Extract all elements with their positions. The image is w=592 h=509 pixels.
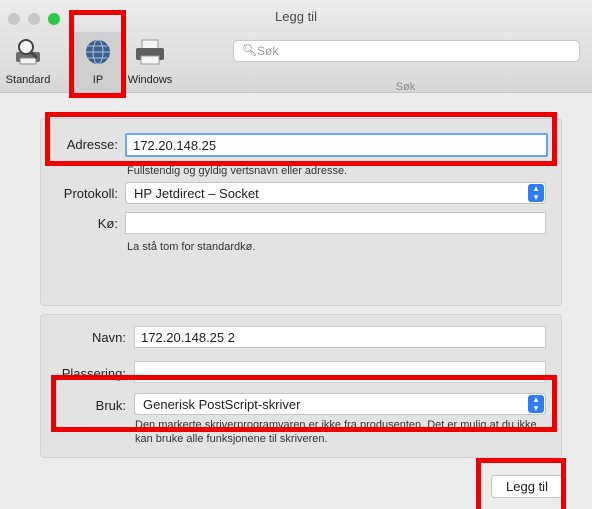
toolbar-windows-button[interactable]: Windows xyxy=(122,32,178,92)
printer-icon xyxy=(136,39,164,65)
search-field[interactable]: 🔍︎ Søk xyxy=(233,40,580,62)
search-placeholder: Søk xyxy=(257,44,279,58)
highlight-ip-tab xyxy=(69,10,126,98)
toolbar-standard-label: Standard xyxy=(5,74,51,86)
printer-search-icon xyxy=(16,39,40,65)
protocol-value: HP Jetdirect – Socket xyxy=(134,186,259,201)
highlight-address-field xyxy=(45,112,557,166)
protocol-select[interactable]: HP Jetdirect – Socket ▴ ▾ xyxy=(125,182,546,204)
search-caption: Søk xyxy=(395,81,416,93)
search-icon: 🔍︎ xyxy=(242,43,258,57)
queue-label: Kø: xyxy=(97,216,118,231)
chevron-updown-icon: ▴ ▾ xyxy=(528,184,544,202)
address-hint: Fullstendig og gyldig vertsnavn eller ad… xyxy=(127,165,348,177)
toolbar-windows-label: Windows xyxy=(127,74,173,86)
name-input[interactable]: 172.20.148.25 2 xyxy=(134,326,546,348)
highlight-use-field xyxy=(51,375,557,432)
queue-hint: La stå tom for standardkø. xyxy=(127,241,256,253)
name-label: Navn: xyxy=(92,330,126,345)
queue-input[interactable] xyxy=(125,212,546,234)
toolbar-standard-button[interactable]: Standard xyxy=(0,32,56,92)
name-value: 172.20.148.25 2 xyxy=(141,330,235,345)
highlight-add-button xyxy=(476,458,566,509)
protocol-label: Protokoll: xyxy=(63,186,118,201)
